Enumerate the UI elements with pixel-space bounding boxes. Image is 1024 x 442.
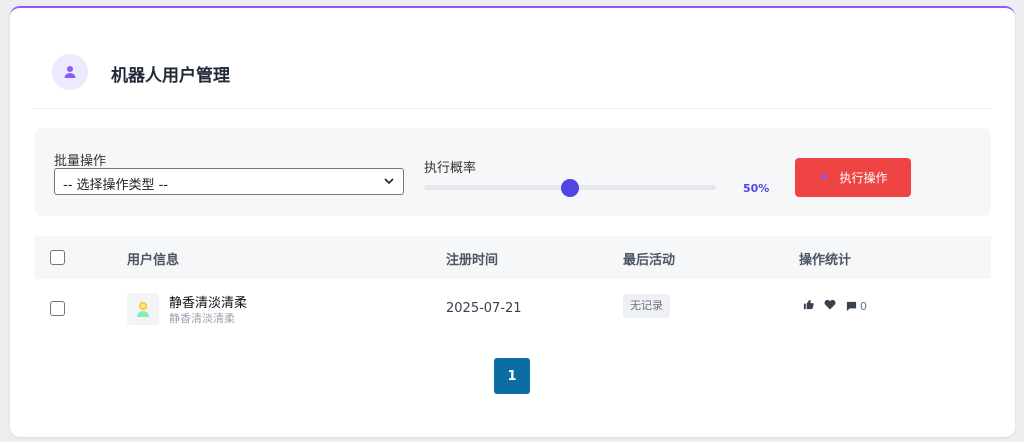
probability-label: 执行概率: [424, 161, 477, 176]
page-button-1[interactable]: 1: [494, 358, 530, 394]
last-active-badge: 无记录: [623, 294, 670, 318]
col-stats: 操作统计: [799, 253, 852, 268]
col-user-info: 用户信息: [127, 253, 180, 268]
avatar: [127, 293, 159, 325]
batch-operation-label: 批量操作: [54, 154, 107, 169]
execute-button[interactable]: 执行操作: [795, 158, 911, 197]
user-icon: [52, 54, 88, 90]
operation-type-value: -- 选择操作类型 --: [63, 178, 169, 193]
table-header: 用户信息 注册时间 最后活动 操作统计: [34, 236, 991, 279]
col-last-active: 最后活动: [623, 253, 676, 268]
batch-toolbar: 批量操作 -- 选择操作类型 -- 执行概率 50% 执行操作: [34, 128, 991, 216]
slider-thumb[interactable]: [561, 179, 579, 197]
page-header: 机器人用户管理: [32, 48, 991, 109]
execute-button-label: 执行操作: [839, 171, 888, 185]
user-nickname: 静香清淡清柔: [169, 312, 235, 325]
select-all-checkbox[interactable]: [50, 250, 65, 265]
action-stats: 0: [803, 299, 867, 313]
comment-icon: [846, 301, 857, 311]
heart-icon: [824, 299, 836, 313]
chevron-down-icon: [383, 175, 395, 191]
registered-date: 2025-07-21: [446, 301, 522, 316]
comment-stat: 0: [846, 300, 867, 313]
table-row: 静香清淡清柔 静香清淡清柔 2025-07-21 无记录 0: [34, 279, 991, 337]
probability-value: 50%: [743, 182, 770, 195]
thumbs-up-icon: [803, 299, 814, 313]
probability-slider[interactable]: [424, 179, 716, 197]
main-card: 机器人用户管理 批量操作 -- 选择操作类型 -- 执行概率 50% 执行操作 …: [10, 6, 1015, 437]
operation-type-select[interactable]: -- 选择操作类型 --: [54, 168, 404, 195]
col-registered: 注册时间: [446, 253, 499, 268]
comment-count: 0: [860, 299, 867, 313]
lightning-icon: [818, 170, 831, 186]
row-checkbox[interactable]: [50, 301, 65, 316]
page-title: 机器人用户管理: [111, 66, 230, 86]
user-name: 静香清淡清柔: [169, 296, 248, 311]
